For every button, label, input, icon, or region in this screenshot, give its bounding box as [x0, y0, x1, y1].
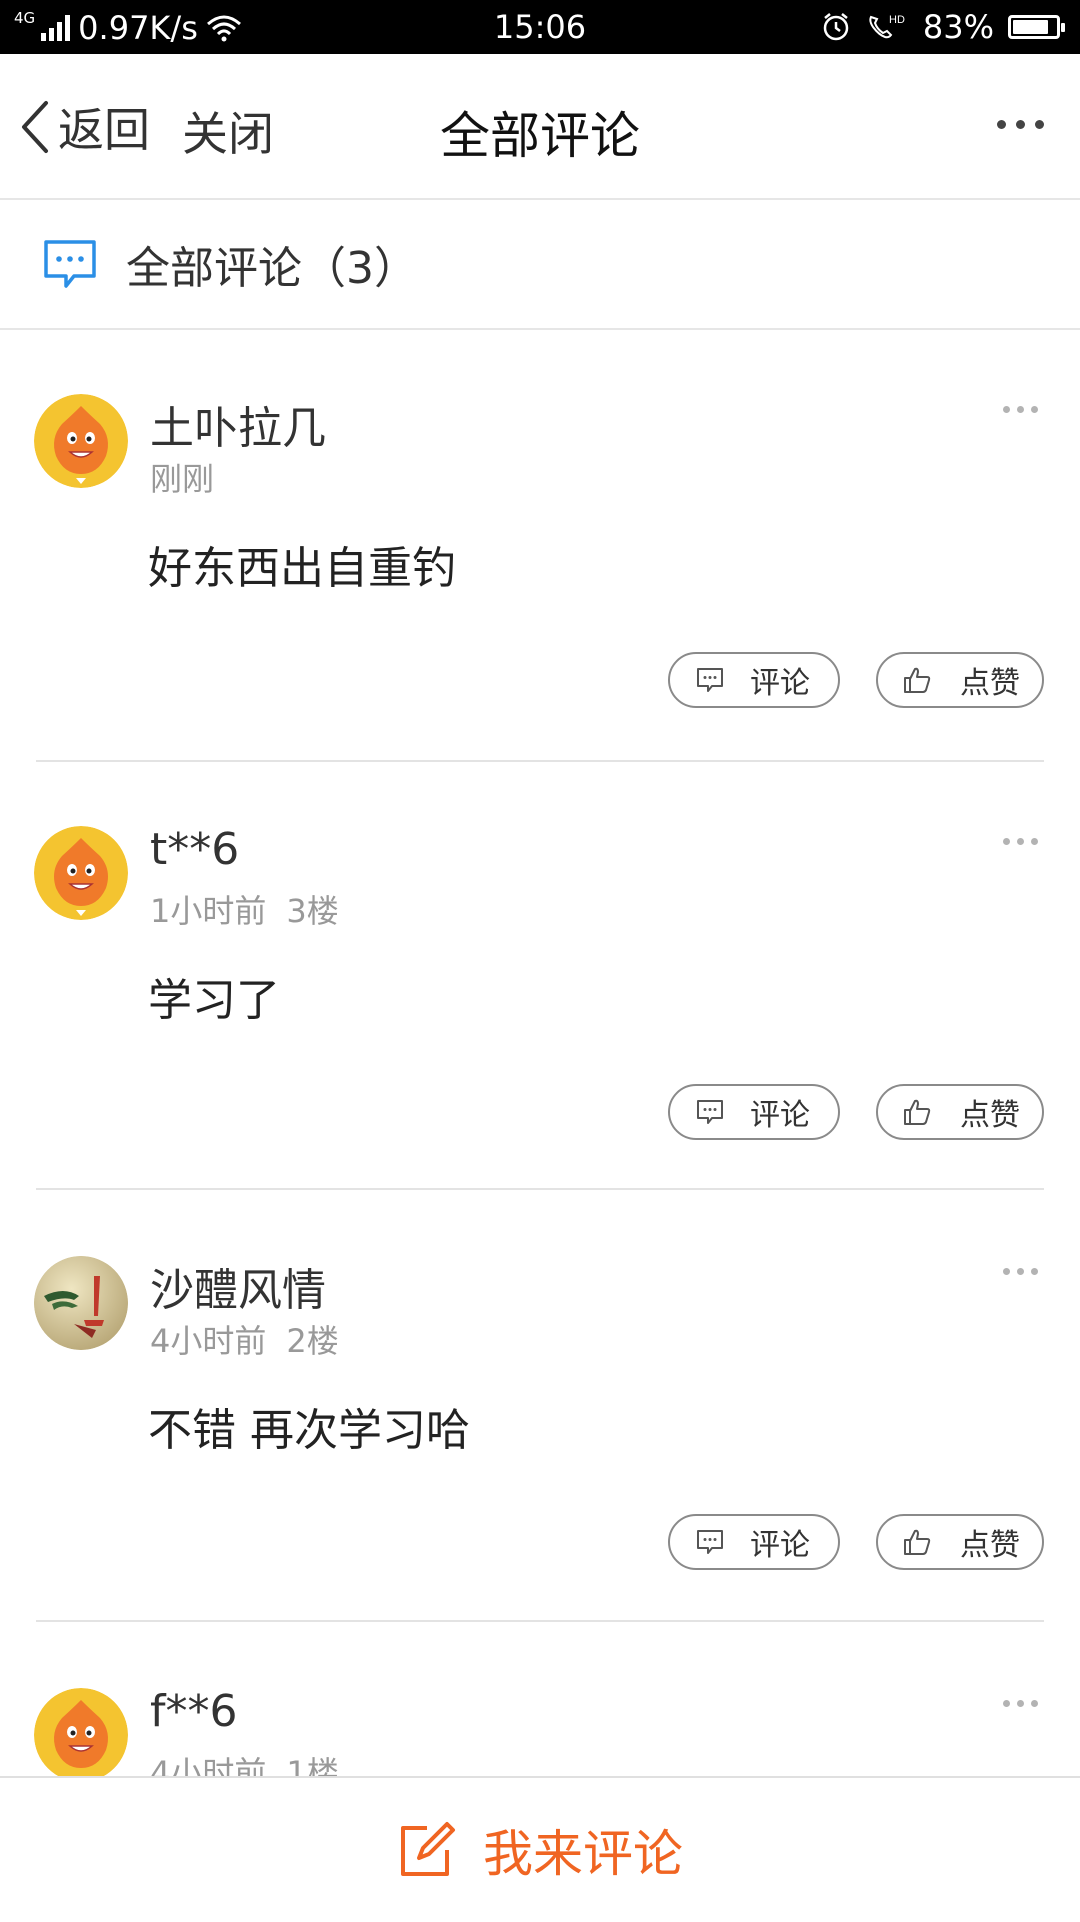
write-comment-label: 我来评论	[483, 1825, 683, 1883]
comment-more-button[interactable]	[1003, 838, 1038, 845]
comment-bubble-icon	[44, 240, 96, 288]
like-button[interactable]: 点赞	[876, 1514, 1044, 1570]
avatar[interactable]	[34, 1688, 128, 1776]
reply-button[interactable]: 评论	[668, 1084, 840, 1140]
thumbs-up-icon	[904, 1099, 931, 1125]
comment-time: 1小时前	[150, 892, 267, 930]
comment-floor: 2楼	[286, 1322, 339, 1360]
avatar[interactable]	[34, 826, 128, 920]
comment-bubble-icon	[697, 1530, 723, 1554]
more-dot	[1017, 838, 1024, 845]
more-dot	[1031, 838, 1038, 845]
comment-bubble-icon	[697, 668, 723, 692]
page-title: 全部评论	[440, 107, 640, 165]
battery-percent: 83%	[922, 8, 994, 46]
comments-section-header: 全部评论（3）	[0, 200, 1080, 330]
comment-more-button[interactable]	[1003, 1268, 1038, 1275]
more-dot	[1017, 406, 1024, 413]
more-dot	[1017, 1268, 1024, 1275]
like-label: 点赞	[960, 1528, 1020, 1563]
alarm-icon	[823, 13, 849, 41]
comment-item: f**6 4小时前 1楼	[0, 1688, 1080, 1776]
comment-text: 学习了	[148, 975, 280, 1026]
more-dot	[1003, 838, 1010, 845]
reply-label: 评论	[750, 1528, 810, 1563]
more-dot	[1003, 406, 1010, 413]
like-label: 点赞	[960, 666, 1020, 701]
divider	[36, 1620, 1044, 1622]
reply-label: 评论	[750, 1098, 810, 1133]
comment-meta: 4小时前 2楼	[150, 1316, 339, 1362]
avatar[interactable]	[34, 1256, 128, 1350]
comment-bubble-icon	[697, 1100, 723, 1124]
more-dot	[1016, 120, 1025, 129]
comment-time: 4小时前	[150, 1754, 267, 1776]
more-dot	[997, 120, 1006, 129]
user-name[interactable]: 土卟拉几	[150, 392, 326, 456]
more-dot	[1035, 120, 1044, 129]
mascot-avatar-icon	[34, 1688, 128, 1776]
comment-text: 好东西出自重钓	[148, 543, 456, 594]
reply-button[interactable]: 评论	[668, 652, 840, 708]
like-button[interactable]: 点赞	[876, 652, 1044, 708]
comment-meta: 1小时前 3楼	[150, 886, 339, 932]
comment-time: 刚刚	[150, 460, 215, 498]
comment-more-button[interactable]	[1003, 1700, 1038, 1707]
comment-more-button[interactable]	[1003, 406, 1038, 413]
user-name[interactable]: f**6	[150, 1688, 237, 1737]
write-comment-bar[interactable]: 我来评论	[0, 1776, 1080, 1922]
comment-text: 不错 再次学习哈	[148, 1405, 470, 1456]
section-title: 全部评论（3）	[126, 243, 418, 294]
more-dot	[1003, 1268, 1010, 1275]
comment-meta: 4小时前 1楼	[150, 1748, 339, 1776]
status-right: HD 83%	[821, 8, 1065, 46]
thumbs-up-icon	[904, 667, 931, 693]
battery-icon	[1008, 15, 1065, 39]
divider	[36, 1188, 1044, 1190]
hd-call-icon: HD	[869, 14, 905, 39]
more-options-button[interactable]	[997, 120, 1044, 129]
more-dot	[1031, 1268, 1038, 1275]
divider	[36, 760, 1044, 762]
comment-floor: 3楼	[286, 892, 339, 930]
more-dot	[1003, 1700, 1010, 1707]
comment-item: 土卟拉几 刚刚 好东西出自重钓 评论 点赞	[0, 394, 1080, 762]
like-label: 点赞	[960, 1098, 1020, 1133]
edit-icon	[401, 1822, 455, 1876]
comment-floor: 1楼	[286, 1754, 339, 1776]
like-button[interactable]: 点赞	[876, 1084, 1044, 1140]
comment-meta: 刚刚	[150, 454, 234, 500]
user-name[interactable]: t**6	[150, 824, 239, 875]
mascot-avatar-icon	[34, 826, 128, 920]
more-dot	[1017, 1700, 1024, 1707]
more-dot	[1031, 1700, 1038, 1707]
reply-button[interactable]: 评论	[668, 1514, 840, 1570]
user-name[interactable]: 沙醴风情	[150, 1254, 326, 1318]
comment-item: 沙醴风情 4小时前 2楼 不错 再次学习哈 评论 点赞	[0, 1256, 1080, 1624]
thumbs-up-icon	[904, 1529, 931, 1555]
status-bar: 4G 0.97K/s 15:06 HD 83%	[0, 0, 1080, 54]
mascot-avatar-icon	[34, 394, 128, 488]
avatar[interactable]	[34, 394, 128, 488]
more-dot	[1031, 406, 1038, 413]
nav-bar: 返回 关闭 全部评论	[0, 54, 1080, 200]
comment-item: t**6 1小时前 3楼 学习了 评论 点赞	[0, 824, 1080, 1194]
battery-fill	[1013, 20, 1048, 34]
reply-label: 评论	[750, 666, 810, 701]
photo-avatar-icon	[34, 1256, 128, 1350]
comment-time: 4小时前	[150, 1322, 267, 1360]
hd-label: HD	[889, 14, 905, 26]
